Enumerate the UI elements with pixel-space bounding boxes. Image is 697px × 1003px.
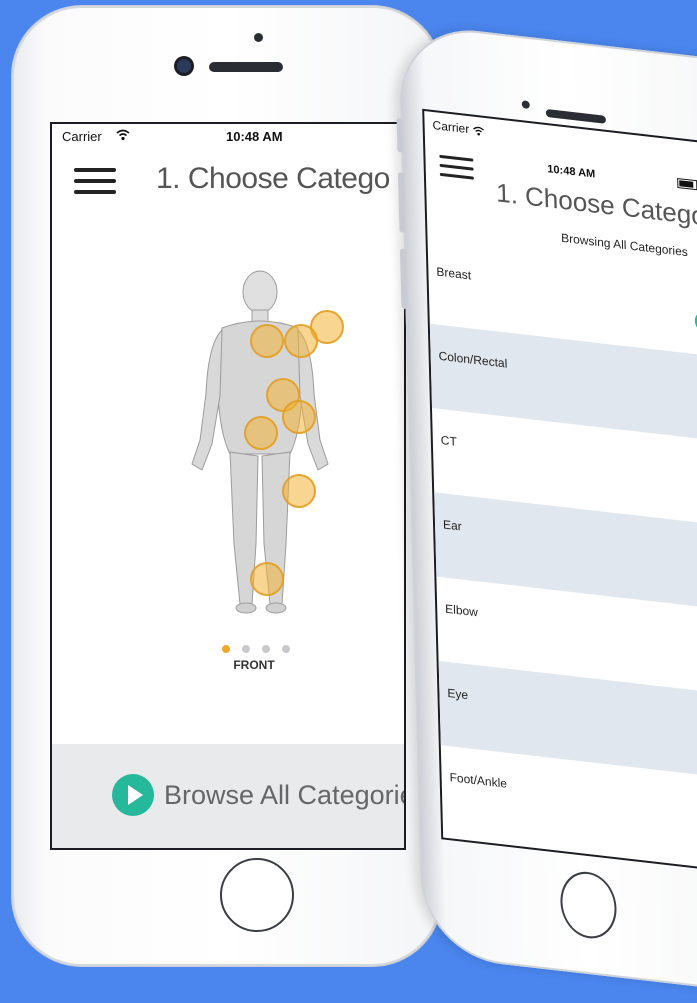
hotspot-chest-left[interactable] [250, 324, 284, 358]
status-time: 10:48 AM [226, 129, 283, 144]
front-camera-icon [177, 59, 191, 73]
view-label: FRONT [52, 658, 404, 672]
right-phone: Carrier 10:48 AM 1. Choose Category Brow… [398, 22, 697, 1003]
status-time: 10:48 AM [547, 163, 595, 181]
category-label: Eye [447, 686, 468, 702]
page-title: 1. Choose Category [496, 177, 697, 235]
wifi-icon [116, 129, 130, 141]
hotspot-foot[interactable] [250, 562, 284, 596]
status-bar: Carrier 10:48 AM [52, 124, 404, 146]
wifi-icon [472, 125, 484, 136]
proximity-sensor [254, 33, 263, 42]
hotspot-hip-left[interactable] [244, 416, 278, 450]
volume-up-button[interactable] [398, 172, 406, 233]
hotspot-knee[interactable] [282, 474, 316, 508]
category-label: CT [441, 433, 457, 449]
category-label: Elbow [445, 602, 478, 620]
page-indicator[interactable] [222, 640, 302, 658]
earpiece-speaker [546, 109, 606, 124]
status-bar: Carrier [432, 118, 484, 138]
carrier-label: Carrier [432, 118, 469, 136]
category-label: Breast [436, 264, 471, 282]
hotspot-chest-right[interactable] [284, 324, 318, 358]
page-dot[interactable] [262, 645, 270, 653]
battery-icon [677, 178, 697, 190]
home-button[interactable] [220, 858, 294, 932]
category-label: Foot/Ankle [449, 770, 507, 791]
browse-subtitle: Browsing All Categories [561, 231, 688, 260]
page-dot[interactable] [242, 645, 250, 653]
play-circle-icon[interactable] [112, 774, 154, 816]
side-button[interactable] [397, 118, 404, 153]
body-map[interactable] [172, 264, 352, 634]
page-dot[interactable] [282, 645, 290, 653]
proximity-sensor [522, 100, 530, 109]
menu-hamburger-icon[interactable] [74, 168, 116, 194]
browse-all-label[interactable]: Browse All Categorie [164, 780, 406, 811]
menu-hamburger-icon[interactable] [439, 155, 474, 181]
left-phone: Carrier 10:48 AM 1. Choose Catego [12, 6, 442, 966]
volume-down-button[interactable] [400, 248, 408, 309]
earpiece-speaker [209, 62, 283, 72]
page-title: 1. Choose Catego [156, 162, 390, 196]
category-label: Ear [443, 517, 462, 533]
category-label: Colon/Rectal [438, 349, 507, 371]
home-button[interactable] [560, 869, 618, 942]
category-list: Breast Colon/Rectal CT Ear Elbow Eye [428, 239, 697, 863]
browse-all-bar[interactable]: Browse All Categorie [52, 744, 404, 848]
page-dot-active[interactable] [222, 645, 230, 653]
right-phone-screen: Carrier 10:48 AM 1. Choose Category Brow… [422, 109, 697, 874]
hotspot-hip-right[interactable] [282, 400, 316, 434]
left-phone-screen: Carrier 10:48 AM 1. Choose Catego [50, 122, 406, 850]
carrier-label: Carrier [62, 129, 102, 144]
